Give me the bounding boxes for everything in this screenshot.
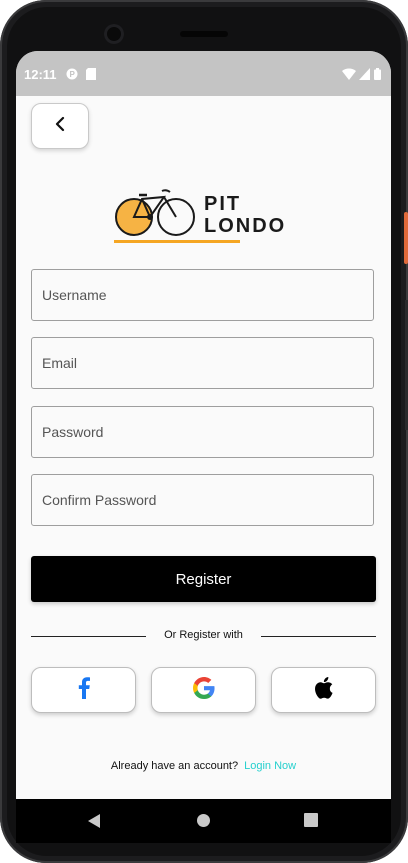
battery-icon: [374, 68, 381, 83]
password-field[interactable]: [31, 406, 374, 458]
sd-card-icon: [86, 68, 96, 83]
email-field[interactable]: [31, 337, 374, 389]
app-screen: 12:11 P PIT LONDO Username Email Registe…: [16, 51, 391, 799]
side-button: [404, 212, 408, 264]
login-now-link[interactable]: Login Now: [244, 760, 296, 772]
login-question: Already have an account?: [110, 760, 239, 772]
phone-frame: 12:11 P PIT LONDO Username Email Registe…: [0, 0, 408, 863]
register-button[interactable]: Register: [31, 556, 376, 602]
username-field[interactable]: [31, 269, 374, 321]
wifi-icon: [342, 68, 356, 83]
navigation-bar: [16, 799, 391, 843]
register-button-label: Register: [175, 570, 232, 588]
divider-label: Or Register with: [164, 629, 243, 641]
apple-button[interactable]: [271, 667, 376, 713]
svg-text:P: P: [70, 70, 76, 79]
google-button[interactable]: [151, 667, 256, 713]
facebook-icon: [78, 676, 90, 704]
logo-underline: [114, 240, 240, 243]
login-prompt: Already have an account? Login Now: [16, 760, 391, 772]
home-nav-icon[interactable]: [196, 813, 211, 833]
bicycle-icon: [115, 189, 195, 236]
app-logo: PIT LONDO: [112, 185, 294, 245]
back-button[interactable]: [31, 103, 89, 149]
confirm-password-field[interactable]: [31, 474, 374, 526]
back-nav-icon[interactable]: [87, 813, 101, 834]
confirm-password-input[interactable]: [32, 475, 373, 525]
divider-line-left: [31, 636, 146, 637]
signal-icon: [359, 68, 370, 83]
earpiece-speaker: [180, 31, 228, 37]
divider-line-right: [261, 636, 376, 637]
notification-icon: P: [66, 68, 78, 83]
password-input[interactable]: [32, 407, 373, 457]
email-input[interactable]: [32, 338, 373, 388]
username-input[interactable]: [32, 270, 373, 320]
status-time: 12:11: [24, 67, 57, 82]
apple-icon: [314, 676, 334, 704]
logo-line-2: LONDO: [204, 215, 287, 237]
google-icon: [192, 676, 215, 704]
status-bar: 12:11 P: [16, 51, 391, 96]
chevron-left-icon: [54, 116, 66, 137]
logo-line-1: PIT: [204, 193, 242, 215]
front-camera: [104, 24, 124, 44]
facebook-button[interactable]: [31, 667, 136, 713]
recents-nav-icon[interactable]: [304, 813, 318, 832]
